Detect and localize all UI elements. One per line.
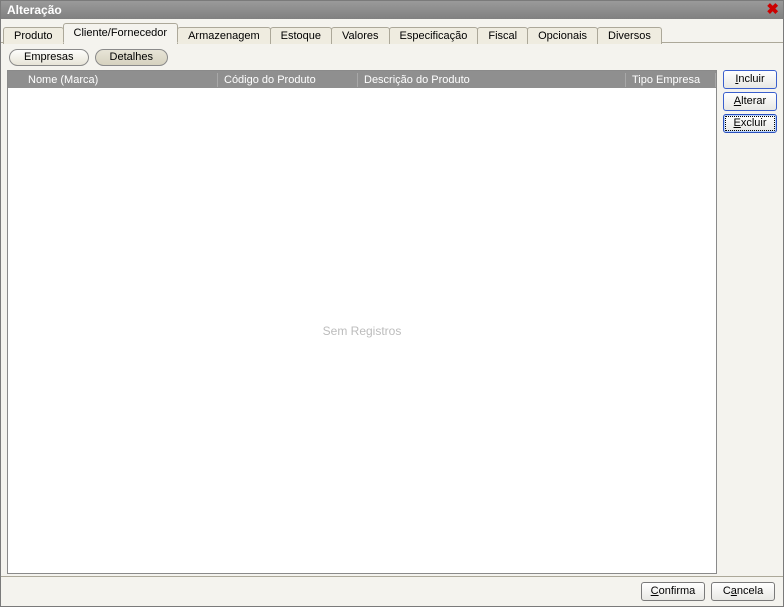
tab-label: Produto	[14, 30, 53, 42]
tab-label: Cliente/Fornecedor	[74, 27, 168, 39]
subtab-empresas[interactable]: Empresas	[9, 49, 89, 66]
tab-diversos[interactable]: Diversos	[597, 27, 662, 44]
button-label-rest: onfirma	[659, 585, 696, 597]
tab-fiscal[interactable]: Fiscal	[477, 27, 528, 44]
column-header-descricao[interactable]: Descrição do Produto	[358, 73, 626, 87]
column-header-codigo[interactable]: Código do Produto	[218, 73, 358, 87]
button-label-rest: ncela	[737, 585, 763, 597]
main-row: Nome (Marca) Código do Produto Descrição…	[7, 70, 777, 574]
mnemonic: C	[651, 585, 659, 597]
excluir-button[interactable]: Excluir	[723, 114, 777, 133]
title-bar: Alteração ✖	[1, 1, 783, 19]
column-header-label: Código do Produto	[224, 74, 316, 86]
tab-label: Fiscal	[488, 30, 517, 42]
column-header-nome[interactable]: Nome (Marca)	[22, 73, 218, 87]
side-actions: Incluir Alterar Excluir	[723, 70, 777, 574]
table-header: Nome (Marca) Código do Produto Descrição…	[8, 71, 716, 88]
incluir-button[interactable]: Incluir	[723, 70, 777, 89]
button-label-rest: ncluir	[738, 73, 764, 85]
column-header-label: Descrição do Produto	[364, 74, 470, 86]
tab-label: Valores	[342, 30, 378, 42]
data-grid[interactable]: Nome (Marca) Código do Produto Descrição…	[7, 70, 717, 574]
tab-label: Especificação	[400, 30, 468, 42]
tab-estoque[interactable]: Estoque	[270, 27, 332, 44]
tab-label: Armazenagem	[188, 30, 260, 42]
tab-label: Diversos	[608, 30, 651, 42]
button-label-prefix: C	[723, 585, 731, 597]
column-header-label: Tipo Empresa	[632, 74, 700, 86]
content-panel: Empresas Detalhes Nome (Marca) Código do…	[1, 43, 783, 576]
dialog-footer: Confirma Cancela	[1, 576, 783, 606]
column-header-tipo[interactable]: Tipo Empresa	[626, 73, 716, 87]
tab-label: Estoque	[281, 30, 321, 42]
tab-produto[interactable]: Produto	[3, 27, 64, 44]
tab-valores[interactable]: Valores	[331, 27, 389, 44]
tab-armazenagem[interactable]: Armazenagem	[177, 27, 271, 44]
close-icon[interactable]: ✖	[764, 3, 781, 17]
tab-especificacao[interactable]: Especificação	[389, 27, 479, 44]
column-header-label: Nome (Marca)	[28, 74, 98, 86]
button-label-rest: lterar	[741, 95, 766, 107]
tab-opcionais[interactable]: Opcionais	[527, 27, 598, 44]
main-tabstrip: Produto Cliente/Fornecedor Armazenagem E…	[1, 19, 783, 43]
subtab-detalhes[interactable]: Detalhes	[95, 49, 168, 66]
mnemonic: E	[733, 117, 740, 129]
tab-label: Opcionais	[538, 30, 587, 42]
cancela-button[interactable]: Cancela	[711, 582, 775, 601]
sub-tabstrip: Empresas Detalhes	[7, 49, 777, 70]
alterar-button[interactable]: Alterar	[723, 92, 777, 111]
subtab-label: Detalhes	[110, 51, 153, 63]
tab-cliente-fornecedor[interactable]: Cliente/Fornecedor	[63, 23, 179, 43]
empty-state-label: Sem Registros	[323, 324, 402, 338]
subtab-label: Empresas	[24, 51, 74, 63]
table-body: Sem Registros	[8, 88, 716, 573]
window-root: Alteração ✖ Produto Cliente/Fornecedor A…	[0, 0, 784, 607]
confirma-button[interactable]: Confirma	[641, 582, 705, 601]
window-title: Alteração	[7, 3, 62, 17]
button-label-rest: xcluir	[741, 117, 767, 129]
